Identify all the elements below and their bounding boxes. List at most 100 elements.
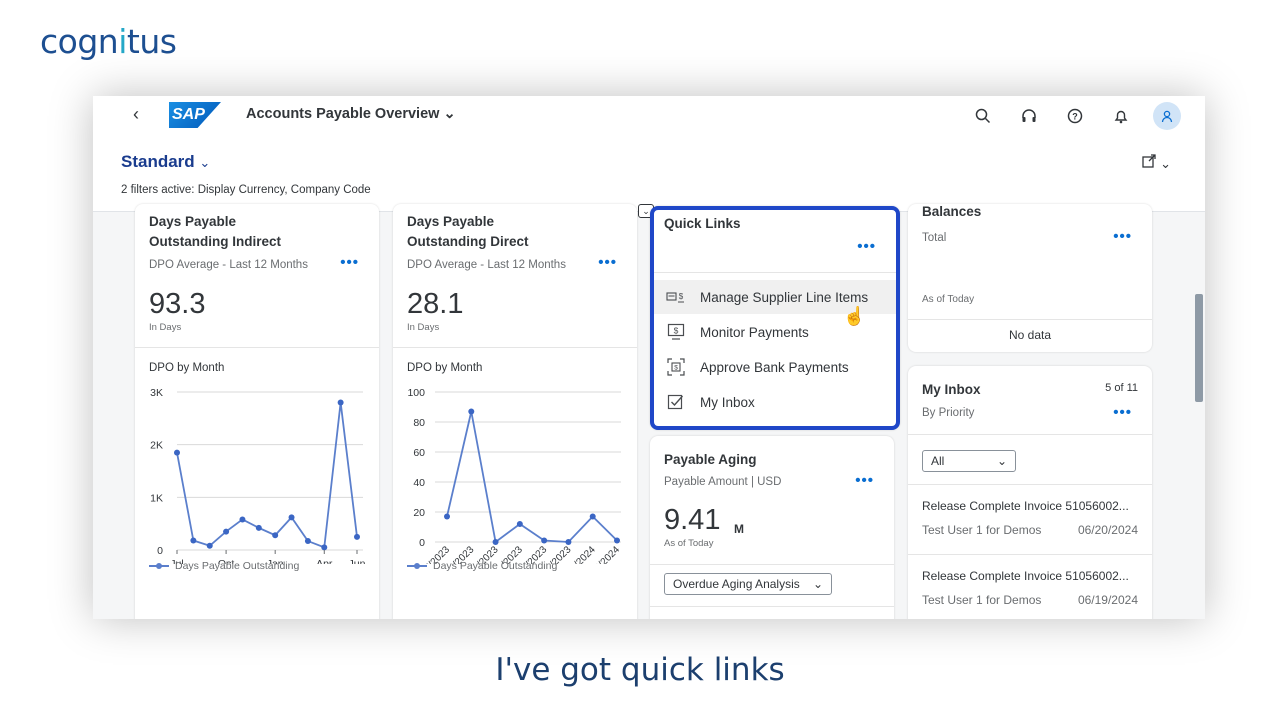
dpo-direct-chart: 02040608010007/202308/202309/202310/2023…: [407, 387, 622, 564]
data-point: [206, 542, 213, 549]
my-inbox-card[interactable]: My Inbox 5 of 11 By Priority ••• All ⌄ Re…: [908, 366, 1152, 619]
invoice-icon: $: [666, 287, 686, 307]
chart-title: DPO by Month: [407, 362, 483, 374]
kpi-value: 28.1: [407, 288, 464, 320]
y-tick-label: 60: [413, 447, 425, 459]
more-icon[interactable]: •••: [1113, 404, 1132, 421]
kpi-unit: In Days: [407, 322, 440, 333]
bell-icon[interactable]: [1107, 102, 1135, 130]
share-button[interactable]: ⌄: [1142, 154, 1171, 172]
dpo-direct-card[interactable]: Days Payable Outstanding Direct DPO Aver…: [393, 204, 637, 619]
shell-bar: ‹ SAP Accounts Payable Overview ⌄ ?: [93, 96, 1205, 136]
inbox-item[interactable]: Release Complete Invoice 51056002... Tes…: [908, 485, 1152, 553]
card-subtitle: DPO Average - Last 12 Months: [407, 259, 566, 271]
user-icon[interactable]: [1153, 102, 1181, 130]
more-icon[interactable]: •••: [598, 254, 617, 271]
variant-selector[interactable]: Standard ⌄: [121, 152, 210, 172]
search-icon[interactable]: [969, 102, 997, 130]
card-subtitle: DPO Average - Last 12 Months: [149, 259, 308, 271]
sap-logo[interactable]: SAP: [169, 102, 221, 128]
card-subtitle: By Priority: [922, 407, 975, 419]
svg-text:$: $: [674, 326, 679, 336]
card-subtitle: Total: [922, 232, 947, 244]
more-icon[interactable]: •••: [340, 254, 359, 271]
data-point: [354, 533, 360, 540]
monitor-payment-icon: $: [666, 322, 686, 342]
help-icon[interactable]: ?: [1061, 102, 1089, 130]
data-point: [223, 528, 230, 535]
data-point: [589, 513, 596, 520]
chevron-left-icon[interactable]: ‹: [133, 104, 139, 125]
data-point: [288, 514, 295, 521]
chevron-down-icon: ⌄: [996, 454, 1007, 468]
kpi-value: 9.41: [664, 504, 721, 536]
data-point: [190, 537, 197, 544]
series-line: [446, 411, 618, 544]
dpo-indirect-card[interactable]: Days Payable Outstanding Indirect DPO Av…: [135, 204, 379, 619]
more-icon[interactable]: •••: [855, 472, 874, 489]
card-title: My Inbox: [922, 382, 981, 397]
data-point: [468, 408, 475, 415]
dpo-indirect-chart: 01K2K3KJul2023OctJan2024AprJun: [150, 387, 366, 564]
series-line: [176, 402, 358, 549]
card-subtitle: Payable Amount | USD: [664, 476, 782, 488]
more-icon[interactable]: •••: [1113, 228, 1132, 245]
as-of-label: As of Today: [922, 294, 975, 305]
card-title-line2: Outstanding Indirect: [149, 234, 282, 249]
inbox-item-title: Release Complete Invoice 51056002...: [922, 569, 1129, 583]
priority-filter-select[interactable]: All ⌄: [922, 450, 1016, 472]
chevron-down-icon: ⌄: [1160, 156, 1171, 171]
chevron-down-icon: ⌄: [812, 577, 823, 591]
inbox-item-date: 06/19/2024: [1077, 593, 1138, 607]
balances-card[interactable]: Balances Total ••• As of Today No data: [908, 204, 1152, 352]
data-point: [304, 538, 311, 545]
filter-summary: 2 filters active: Display Currency, Comp…: [121, 184, 371, 196]
app-title-menu[interactable]: Accounts Payable Overview ⌄: [246, 106, 456, 122]
chart-legend[interactable]: Days Payable Outstanding: [407, 560, 557, 572]
y-tick-label: 80: [413, 417, 425, 429]
data-point: [255, 524, 262, 531]
svg-text:$: $: [674, 365, 678, 372]
x-tick-label: Jun: [349, 558, 366, 564]
y-tick-label: 3K: [150, 387, 163, 399]
data-point: [541, 537, 548, 544]
data-point: [239, 516, 246, 523]
data-point: [272, 532, 279, 539]
quick-link-item[interactable]: My Inbox: [654, 385, 896, 419]
data-point: [516, 521, 523, 527]
chart-legend[interactable]: Days Payable Outstanding: [149, 560, 299, 572]
y-tick-label: 0: [157, 545, 163, 557]
quick-link-item[interactable]: $ Approve Bank Payments: [654, 350, 896, 384]
payable-aging-card[interactable]: Payable Aging Payable Amount | USD ••• 9…: [650, 436, 894, 619]
aging-view-select[interactable]: Overdue Aging Analysis ⌄: [664, 573, 832, 595]
no-data-text: No data: [1008, 328, 1052, 342]
kpi-unit: In Days: [149, 322, 182, 333]
card-title-line1: Days Payable: [407, 214, 495, 229]
card-title: Payable Aging: [664, 452, 757, 467]
y-tick-label: 40: [413, 477, 425, 489]
scrollbar-thumb[interactable]: [1195, 294, 1203, 402]
y-tick-label: 2K: [150, 440, 163, 452]
y-tick-label: 100: [407, 387, 425, 399]
video-caption: I've got quick links: [495, 652, 785, 688]
y-tick-label: 1K: [150, 492, 163, 504]
data-point: [614, 537, 620, 544]
chart-title: DPO by Month: [149, 362, 225, 374]
cognitus-logo: cognitus: [40, 22, 177, 61]
data-point: [444, 513, 450, 520]
approve-payment-icon: $: [666, 357, 686, 377]
more-icon[interactable]: •••: [857, 238, 876, 255]
x-tick-label: Apr: [316, 558, 333, 564]
card-title: Balances: [922, 204, 982, 219]
data-point: [337, 399, 344, 406]
checkbox-icon: [666, 392, 686, 412]
inbox-count: 5 of 11: [1105, 382, 1138, 394]
headset-icon[interactable]: [1015, 102, 1043, 130]
data-point: [321, 544, 328, 551]
page-header: Standard ⌄ 2 filters active: Display Cur…: [93, 136, 1205, 212]
inbox-item-user: Test User 1 for Demos: [922, 593, 1042, 607]
sap-window: ‹ SAP Accounts Payable Overview ⌄ ? Stan…: [93, 96, 1205, 619]
shell-actions: ?: [969, 102, 1181, 130]
kpi-scale: M: [734, 522, 744, 536]
inbox-item[interactable]: Release Complete Invoice 51056002... Tes…: [908, 555, 1152, 619]
